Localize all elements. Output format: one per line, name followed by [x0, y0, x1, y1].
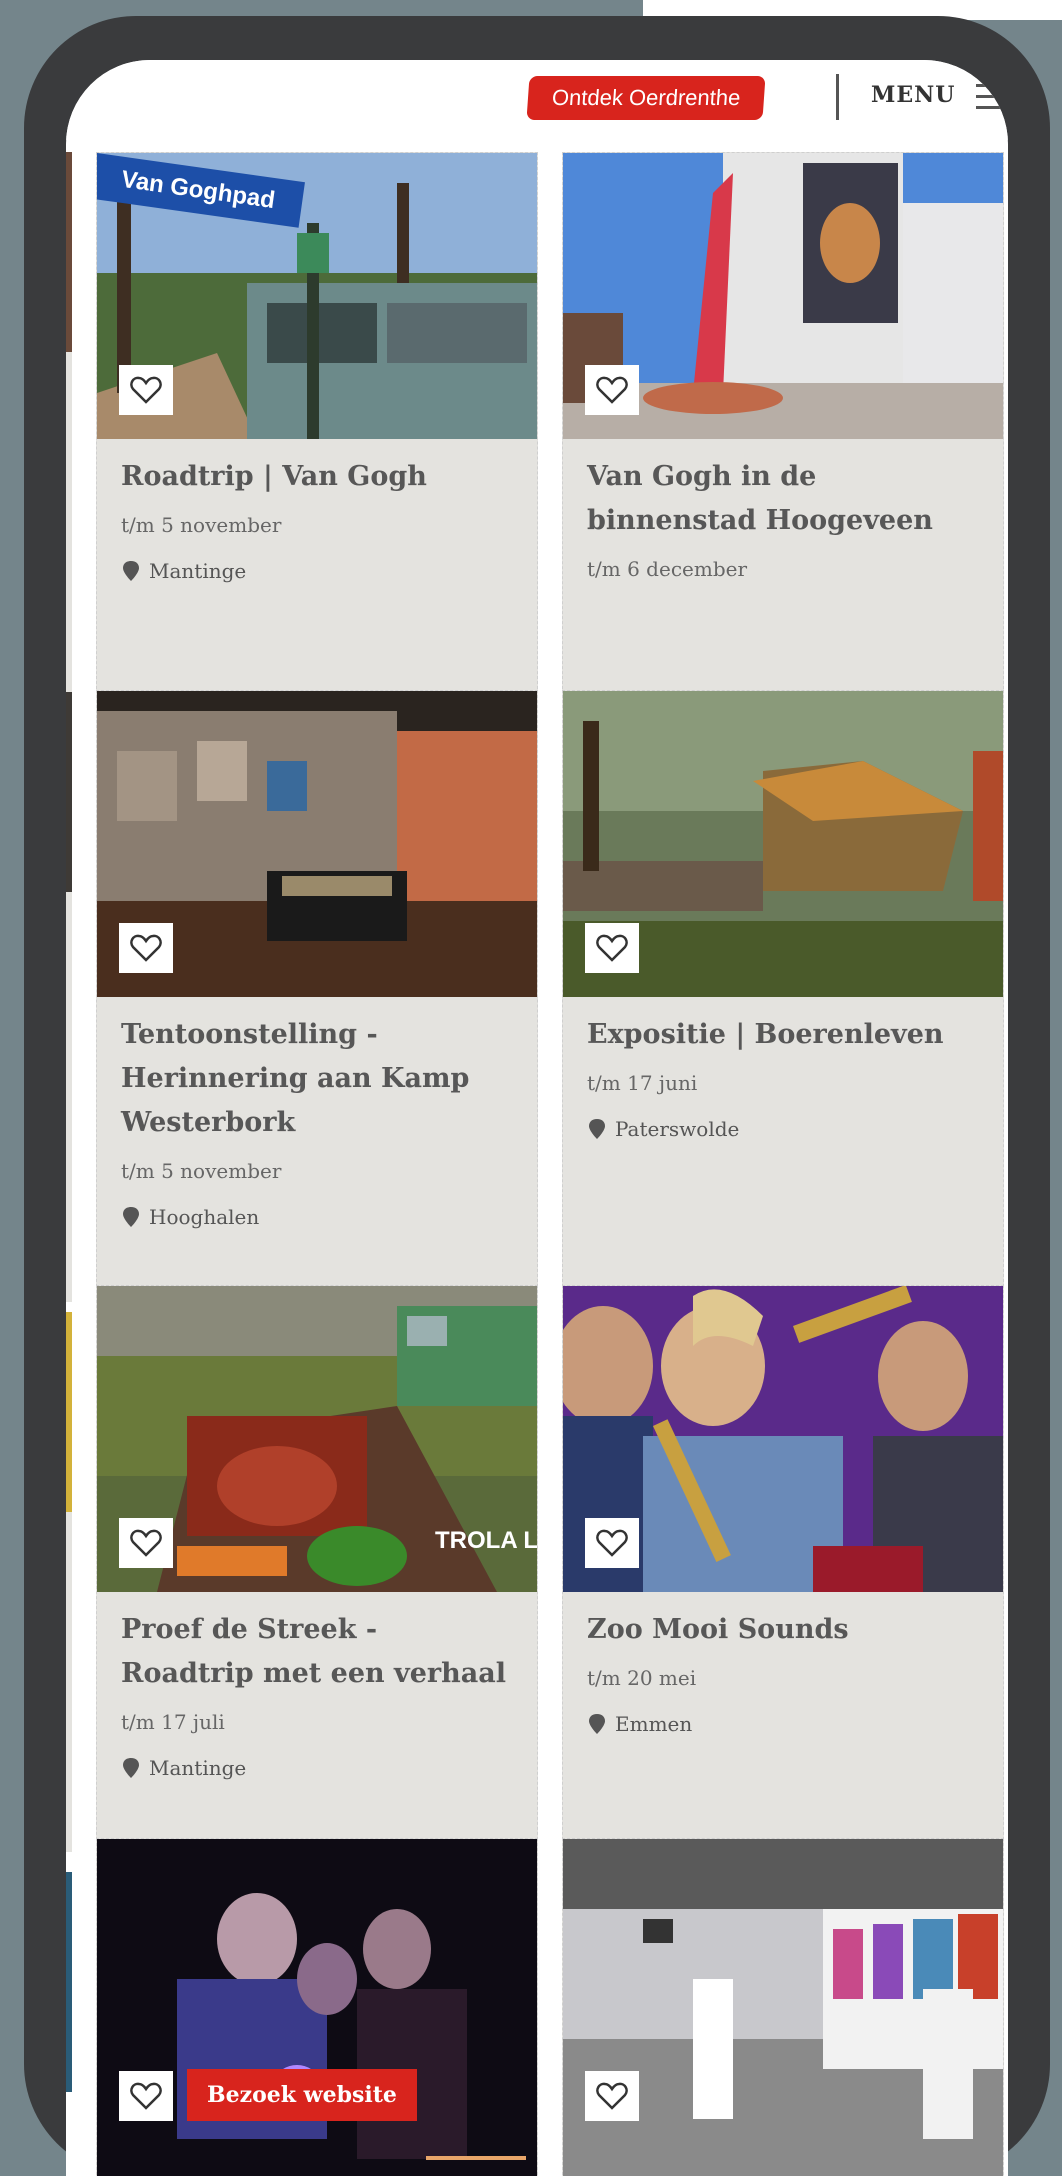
location-pin-icon	[589, 1714, 605, 1734]
previous-card-edge	[66, 1872, 72, 2092]
event-card[interactable]: Expositie | Boerenleven t/m 17 juni Pate…	[562, 690, 1004, 1302]
event-location-text: Paterswolde	[615, 1117, 740, 1141]
event-card[interactable]: Van Goghpad Roadtrip | Van Gogh t/m 5 no…	[96, 152, 538, 709]
event-card[interactable]: Van Gogh in de binnenstad Hoogeveen t/m …	[562, 152, 1004, 709]
event-location: Emmen	[589, 1712, 692, 1736]
hamburger-icon[interactable]	[976, 84, 1008, 112]
favorite-heart-icon[interactable]	[119, 1518, 173, 1568]
event-date: t/m 5 november	[121, 1159, 282, 1183]
event-card[interactable]	[562, 1838, 1004, 2176]
event-photo	[563, 1839, 1003, 2176]
location-pin-icon	[123, 561, 139, 581]
event-card[interactable]: Zoo Mooi Sounds t/m 20 mei Emmen	[562, 1285, 1004, 1855]
location-pin-icon	[123, 1758, 139, 1778]
previous-card-edge	[66, 1312, 72, 1512]
favorite-heart-icon[interactable]	[119, 2071, 173, 2121]
phone-frame: Ontdek Oerdrenthe MENU Van Goghpad Roadt…	[24, 16, 1050, 2176]
event-title[interactable]: Zoo Mooi Sounds	[587, 1608, 983, 1652]
event-card[interactable]: TROLA LUNA Proef de Streek - Roadtrip me…	[96, 1285, 538, 1855]
previous-card-edge	[66, 1512, 72, 1852]
previous-card-edge	[66, 692, 72, 892]
bezoek-website-button[interactable]: Bezoek website	[187, 2069, 417, 2121]
event-title[interactable]: Expositie | Boerenleven	[587, 1013, 983, 1057]
previous-card-edge	[66, 892, 72, 1302]
event-card[interactable]: Bezoek website	[96, 1838, 538, 2176]
favorite-heart-icon[interactable]	[585, 923, 639, 973]
event-date: t/m 17 juli	[121, 1710, 225, 1734]
favorite-heart-icon[interactable]	[585, 365, 639, 415]
header-divider	[836, 74, 839, 120]
event-title[interactable]: Tentoonstelling - Herinnering aan Kamp W…	[121, 1013, 517, 1145]
event-location: Mantinge	[123, 1756, 246, 1780]
event-photo	[97, 1839, 537, 2176]
event-card[interactable]: Tentoonstelling - Herinnering aan Kamp W…	[96, 690, 538, 1302]
event-location-text: Mantinge	[149, 1756, 247, 1780]
event-location-text: Mantinge	[149, 559, 247, 583]
favorite-heart-icon[interactable]	[119, 923, 173, 973]
phone-screen: Ontdek Oerdrenthe MENU Van Goghpad Roadt…	[66, 60, 1008, 2176]
event-location: Paterswolde	[589, 1117, 739, 1141]
previous-card-edge	[66, 352, 72, 710]
event-location: Hooghalen	[123, 1205, 259, 1229]
favorite-heart-icon[interactable]	[585, 2071, 639, 2121]
event-title[interactable]: Van Gogh in de binnenstad Hoogeveen	[587, 455, 983, 543]
location-pin-icon	[589, 1119, 605, 1139]
previous-card-edge	[66, 152, 72, 352]
event-location: Mantinge	[123, 559, 246, 583]
event-title[interactable]: Roadtrip | Van Gogh	[121, 455, 517, 499]
event-location-text: Emmen	[615, 1712, 693, 1736]
site-header: Ontdek Oerdrenthe MENU	[66, 60, 1008, 140]
event-date: t/m 5 november	[121, 513, 282, 537]
menu-label[interactable]: MENU	[871, 82, 955, 108]
event-date: t/m 17 juni	[587, 1071, 698, 1095]
favorite-heart-icon[interactable]	[585, 1518, 639, 1568]
event-location-text: Hooghalen	[149, 1205, 260, 1229]
ontdek-oerdrenthe-button[interactable]: Ontdek Oerdrenthe	[526, 76, 766, 120]
scroll-indicator	[426, 2156, 526, 2160]
event-date: t/m 20 mei	[587, 1666, 697, 1690]
location-pin-icon	[123, 1207, 139, 1227]
favorite-heart-icon[interactable]	[119, 365, 173, 415]
event-title[interactable]: Proef de Streek - Roadtrip met een verha…	[121, 1608, 517, 1696]
event-date: t/m 6 december	[587, 557, 748, 581]
trola-luna-logo: TROLA LUNA	[435, 1527, 537, 1554]
